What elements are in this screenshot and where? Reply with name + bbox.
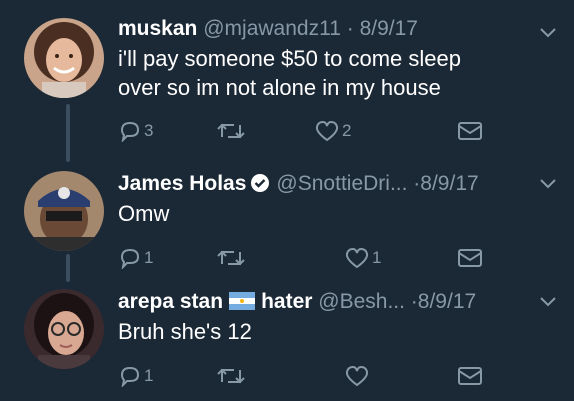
username[interactable]: @mjawandz11 [203, 17, 341, 40]
heart-icon [345, 365, 369, 387]
tweet-header: arepa stan hater @Besh... ·8/9/17 [118, 287, 538, 317]
timestamp[interactable]: 8/9/17 [360, 17, 418, 40]
retweet-button[interactable] [216, 118, 246, 144]
dm-button[interactable] [456, 245, 484, 271]
tweet-header: James Holas @SnottieDri... ·8/9/17 [118, 169, 538, 199]
display-name-suffix[interactable]: hater [261, 290, 312, 313]
like-count: 1 [372, 248, 382, 267]
reply-count: 1 [144, 366, 154, 385]
tweet-header: muskan @mjawandz11 · 8/9/17 [118, 14, 538, 44]
reply-button[interactable]: 3 [118, 118, 153, 144]
username[interactable]: @SnottieDri... [276, 172, 407, 195]
tweet[interactable]: James Holas @SnottieDri... ·8/9/17 Omw 1 … [0, 165, 574, 283]
display-name[interactable]: muskan [118, 17, 197, 40]
timestamp[interactable]: 8/9/17 [418, 290, 476, 313]
envelope-icon [458, 367, 482, 385]
retweet-button[interactable] [216, 245, 246, 271]
tweet-text-line: over so im not alone in my house [118, 75, 441, 100]
like-count: 2 [342, 121, 352, 140]
username[interactable]: @Besh... [318, 290, 405, 313]
like-button[interactable]: 2 [314, 118, 351, 144]
chevron-down-icon[interactable] [538, 177, 558, 191]
tweet-text: Bruh she's 12 [118, 317, 544, 346]
like-button[interactable]: 1 [344, 245, 381, 271]
separator-dot: · [346, 17, 354, 40]
dm-button[interactable] [456, 363, 484, 389]
chevron-down-icon[interactable] [538, 26, 558, 40]
reply-count: 3 [144, 121, 154, 140]
argentina-flag-icon [229, 292, 256, 310]
tweet-text-line: i'll pay someone $50 to come sleep [118, 46, 461, 71]
tweet-text-line: Omw [118, 201, 170, 226]
display-name[interactable]: James Holas [118, 172, 246, 195]
tweet-text: i'll pay someone $50 to come sleep over … [118, 44, 544, 102]
dm-button[interactable] [456, 118, 484, 144]
tweet[interactable]: arepa stan hater @Besh... ·8/9/17 Bruh sh… [0, 283, 574, 401]
tweet-actions: 3 2 [118, 118, 488, 144]
heart-icon [315, 120, 339, 142]
retweet-icon [217, 368, 245, 384]
like-button[interactable] [344, 363, 370, 389]
avatar[interactable] [24, 289, 104, 369]
verified-badge-icon [251, 174, 270, 192]
tweet[interactable]: muskan @mjawandz11 · 8/9/17 i'll pay som… [0, 0, 574, 165]
reply-icon [120, 248, 140, 269]
envelope-icon [458, 249, 482, 267]
separator-dot: · [410, 290, 418, 313]
chevron-down-icon[interactable] [538, 295, 558, 309]
tweet-text: Omw [118, 199, 544, 228]
tweet-actions: 1 1 [118, 245, 488, 271]
heart-icon [345, 247, 369, 269]
reply-icon [120, 121, 140, 142]
reply-count: 1 [144, 248, 154, 267]
retweet-icon [217, 250, 245, 266]
retweet-button[interactable] [216, 363, 246, 389]
reply-button[interactable]: 1 [118, 245, 153, 271]
display-name[interactable]: arepa stan [118, 290, 223, 313]
avatar[interactable] [24, 18, 104, 98]
envelope-icon [458, 122, 482, 140]
tweet-actions: 1 [118, 363, 488, 389]
reply-icon [120, 366, 140, 387]
retweet-icon [217, 123, 245, 139]
avatar[interactable] [24, 171, 104, 251]
tweet-text-line: Bruh she's 12 [118, 319, 252, 344]
reply-button[interactable]: 1 [118, 363, 153, 389]
timestamp[interactable]: 8/9/17 [420, 172, 478, 195]
